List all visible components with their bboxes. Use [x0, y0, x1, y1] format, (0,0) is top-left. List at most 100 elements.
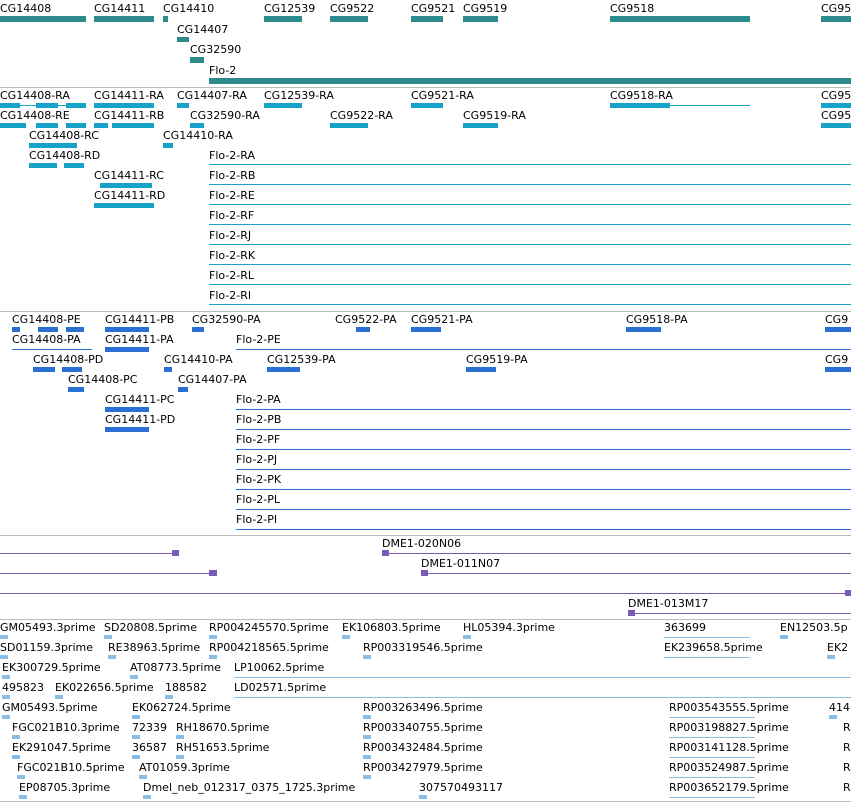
est-feature[interactable]: [829, 715, 837, 719]
protein-feature[interactable]: [192, 327, 204, 332]
est-feature[interactable]: [165, 695, 173, 699]
est-feature[interactable]: [0, 635, 8, 639]
est-feature[interactable]: [132, 755, 140, 759]
protein-feature[interactable]: [164, 367, 172, 372]
protein-feature[interactable]: [825, 327, 851, 332]
est-feature[interactable]: [780, 635, 788, 639]
transcript-feature[interactable]: [163, 143, 173, 148]
gene-feature[interactable]: [411, 16, 443, 22]
transcript-feature[interactable]: [94, 103, 154, 108]
est-feature[interactable]: [176, 735, 184, 739]
transcript-feature[interactable]: [66, 123, 86, 128]
protein-feature[interactable]: [68, 387, 84, 392]
transcript-feature[interactable]: [0, 123, 26, 128]
est-feature[interactable]: [234, 697, 851, 698]
transcript-feature[interactable]: [610, 103, 670, 108]
bac-feature[interactable]: [0, 593, 851, 594]
est-feature[interactable]: [176, 755, 184, 759]
protein-feature[interactable]: [236, 409, 851, 410]
protein-feature[interactable]: [236, 449, 851, 450]
transcript-feature[interactable]: [94, 123, 108, 128]
protein-feature[interactable]: [466, 367, 496, 372]
transcript-feature[interactable]: [0, 103, 20, 108]
transcript-feature[interactable]: [112, 123, 154, 128]
est-feature[interactable]: [463, 635, 471, 639]
bac-feature[interactable]: [0, 573, 216, 574]
est-feature[interactable]: [342, 635, 350, 639]
protein-feature[interactable]: [236, 349, 851, 350]
est-feature[interactable]: [209, 655, 217, 659]
protein-feature[interactable]: [236, 489, 851, 490]
bac-feature[interactable]: [389, 553, 851, 554]
protein-feature[interactable]: [38, 327, 58, 332]
transcript-feature[interactable]: [411, 103, 443, 108]
transcript-feature[interactable]: [209, 204, 851, 205]
transcript-feature[interactable]: [36, 103, 58, 108]
transcript-feature[interactable]: [821, 123, 851, 128]
est-feature[interactable]: [669, 777, 755, 778]
est-feature[interactable]: [209, 635, 217, 639]
est-feature[interactable]: [143, 795, 151, 799]
protein-feature[interactable]: [356, 327, 370, 332]
gene-feature[interactable]: [264, 16, 302, 22]
est-feature[interactable]: [363, 775, 371, 779]
est-feature[interactable]: [19, 795, 27, 799]
transcript-feature[interactable]: [100, 183, 152, 188]
transcript-feature[interactable]: [463, 123, 498, 128]
protein-feature[interactable]: [236, 429, 851, 430]
protein-feature[interactable]: [825, 367, 851, 372]
est-feature[interactable]: [2, 715, 10, 719]
protein-feature[interactable]: [66, 327, 84, 332]
gene-feature[interactable]: [163, 16, 168, 22]
est-feature[interactable]: [12, 735, 20, 739]
transcript-feature[interactable]: [209, 244, 851, 245]
est-feature[interactable]: [132, 715, 140, 719]
transcript-feature[interactable]: [29, 143, 77, 148]
transcript-feature[interactable]: [94, 203, 154, 208]
est-feature[interactable]: [664, 657, 750, 658]
protein-feature[interactable]: [236, 469, 851, 470]
transcript-feature[interactable]: [209, 184, 851, 185]
transcript-feature[interactable]: [29, 163, 57, 168]
protein-feature[interactable]: [62, 367, 82, 372]
bac-feature[interactable]: [635, 613, 851, 614]
est-feature[interactable]: [17, 775, 25, 779]
gene-feature[interactable]: [821, 16, 851, 22]
est-feature[interactable]: [234, 677, 851, 678]
protein-feature[interactable]: [626, 327, 661, 332]
transcript-feature[interactable]: [209, 264, 851, 265]
gene-feature[interactable]: [0, 16, 86, 22]
protein-feature[interactable]: [12, 349, 92, 350]
gene-feature[interactable]: [190, 57, 204, 63]
transcript-feature[interactable]: [209, 164, 851, 165]
est-feature[interactable]: [669, 797, 755, 798]
transcript-feature[interactable]: [190, 123, 204, 128]
est-feature[interactable]: [132, 735, 140, 739]
protein-feature[interactable]: [105, 427, 149, 432]
est-feature[interactable]: [0, 655, 8, 659]
protein-feature[interactable]: [267, 367, 300, 372]
bac-feature[interactable]: [628, 610, 635, 616]
protein-feature[interactable]: [411, 327, 441, 332]
gene-feature[interactable]: [209, 78, 851, 84]
est-feature[interactable]: [104, 635, 112, 639]
transcript-feature[interactable]: [36, 123, 58, 128]
est-feature[interactable]: [2, 675, 10, 679]
transcript-feature[interactable]: [821, 103, 851, 108]
est-feature[interactable]: [12, 755, 20, 759]
est-feature[interactable]: [669, 757, 755, 758]
protein-feature[interactable]: [105, 407, 149, 412]
est-feature[interactable]: [669, 717, 755, 718]
protein-feature[interactable]: [12, 327, 20, 332]
bac-feature[interactable]: [382, 550, 389, 556]
est-feature[interactable]: [363, 715, 371, 719]
est-feature[interactable]: [419, 795, 427, 799]
protein-feature[interactable]: [33, 367, 55, 372]
transcript-feature[interactable]: [330, 123, 368, 128]
est-feature[interactable]: [2, 695, 10, 699]
est-feature[interactable]: [130, 675, 138, 679]
bac-feature[interactable]: [428, 573, 851, 574]
transcript-feature[interactable]: [264, 103, 302, 108]
gene-feature[interactable]: [610, 16, 750, 22]
protein-feature[interactable]: [236, 509, 851, 510]
